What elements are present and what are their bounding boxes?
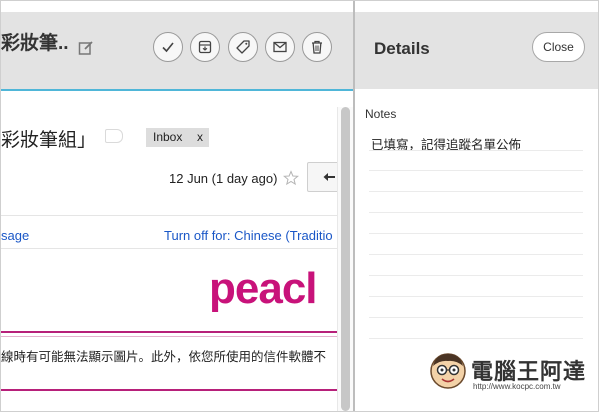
note-line [369,233,583,234]
pink-rule [1,331,337,333]
star-icon[interactable] [283,170,299,186]
message-date: 12 Jun (1 day ago) [169,171,278,186]
turn-off-translation-link[interactable]: Turn off for: Chinese (Traditio [164,228,333,243]
envelope-icon [273,41,287,53]
message-header: 彩妝筆.. [1,12,353,89]
archive-button[interactable] [190,32,220,62]
pink-rule [1,389,337,391]
note-line [369,317,583,318]
note-line [369,170,583,171]
message-pane: 彩妝筆.. 彩妝筆組」 Inbox x 12 Jun (1 day ago) s… [1,1,353,411]
tag-icon [236,40,250,54]
brand-logo: peacl [209,264,318,313]
edit-icon[interactable] [78,40,94,56]
reply-arrow-icon [323,173,335,181]
divider [1,248,337,249]
scrollbar-thumb[interactable] [341,107,350,411]
notes-label: Notes [365,107,397,121]
app-window: 彩妝筆.. 彩妝筆組」 Inbox x 12 Jun (1 day ago) s… [0,0,599,412]
scrollbar[interactable] [337,107,353,411]
mail-button[interactable] [265,32,295,62]
note-line [369,296,583,297]
label-tag-icon[interactable] [105,129,123,143]
details-header: Details Close [355,12,598,89]
inbox-label-chip[interactable]: Inbox x [146,128,209,147]
details-pane: Details Close Notes 已填寫，記得追蹤名單公佈 [355,1,598,411]
remove-label-button[interactable]: x [197,128,203,147]
note-line [369,150,583,151]
accent-line [1,89,353,91]
mascot-logo-icon [430,353,466,389]
watermark-url: http://www.kocpc.com.tw [473,382,561,391]
trash-icon [312,40,322,54]
close-button[interactable]: Close [532,32,585,62]
check-icon [162,42,174,53]
translate-message-link[interactable]: sage [1,228,29,243]
archive-icon [198,40,212,54]
divider [1,215,337,216]
notice-text: 線時有可能無法顯示圖片。此外，依您所使用的信件軟體不 [1,350,327,364]
inbox-label-text: Inbox [153,130,183,144]
done-button[interactable] [153,32,183,62]
note-line [369,191,583,192]
note-line [369,212,583,213]
details-title: Details [374,39,430,58]
label-button[interactable] [228,32,258,62]
note-line [369,338,583,339]
message-subject: 彩妝筆組」 [1,130,97,151]
header-subject: 彩妝筆.. [1,33,69,54]
note-line [369,275,583,276]
pink-rule-thin [1,336,337,337]
message-body: 彩妝筆組」 Inbox x 12 Jun (1 day ago) sage Tu… [1,107,347,411]
delete-button[interactable] [302,32,332,62]
note-line [369,254,583,255]
